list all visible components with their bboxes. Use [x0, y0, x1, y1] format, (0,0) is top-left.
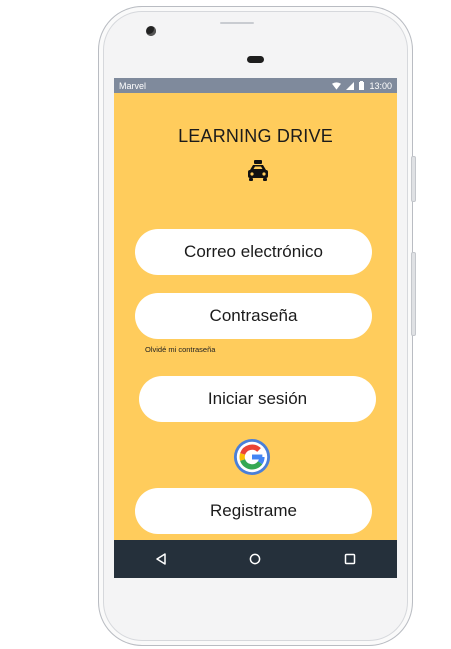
- status-bar: Marvel 13:00: [114, 78, 397, 93]
- status-indicators: 13:00: [332, 81, 392, 91]
- wifi-icon: [332, 81, 342, 90]
- back-icon: [156, 553, 166, 565]
- recents-button[interactable]: [340, 549, 360, 569]
- google-icon[interactable]: [233, 438, 271, 476]
- clock: 13:00: [369, 80, 392, 91]
- recents-icon: [344, 553, 356, 565]
- forgot-password-link[interactable]: Olvidé mi contraseña: [145, 345, 215, 354]
- proximity-sensor: [220, 22, 254, 24]
- battery-icon: [359, 81, 365, 90]
- password-field[interactable]: Contraseña: [135, 293, 372, 339]
- login-button[interactable]: Iniciar sesión: [139, 376, 376, 422]
- login-label: Iniciar sesión: [207, 389, 308, 408]
- earpiece-speaker: [247, 56, 264, 63]
- home-icon: [250, 553, 261, 565]
- taxi-icon: [248, 160, 268, 181]
- app-title: LEARNING DRIVE: [178, 126, 333, 146]
- home-button[interactable]: [245, 549, 265, 569]
- register-button[interactable]: Registrame: [135, 488, 372, 534]
- power-button: [411, 156, 416, 202]
- back-button[interactable]: [151, 549, 171, 569]
- navigation-bar: [114, 540, 397, 578]
- carrier-label: Marvel: [119, 80, 147, 91]
- front-camera: [146, 26, 156, 36]
- signal-icon: [346, 81, 355, 90]
- phone-frame: Marvel 13:00 LEARNING DRIVE Correo elect…: [98, 6, 416, 646]
- register-label: Registrame: [210, 501, 297, 520]
- email-label: Correo electrónico: [184, 242, 323, 261]
- volume-button: [411, 252, 416, 336]
- app-screen: Marvel 13:00 LEARNING DRIVE Correo elect…: [114, 78, 397, 578]
- password-label: Contraseña: [209, 306, 298, 325]
- email-field[interactable]: Correo electrónico: [135, 229, 372, 275]
